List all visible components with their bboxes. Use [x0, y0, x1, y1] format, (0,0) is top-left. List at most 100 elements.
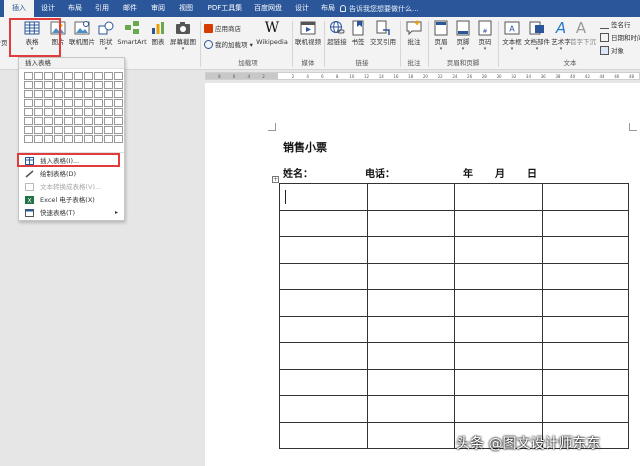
grid-cell[interactable] — [34, 126, 43, 134]
grid-cell[interactable] — [84, 126, 93, 134]
grid-cell[interactable] — [74, 126, 83, 134]
grid-cell[interactable] — [34, 90, 43, 98]
grid-cell[interactable] — [114, 117, 123, 125]
tab-mailings[interactable]: 邮件 — [118, 0, 142, 17]
grid-cell[interactable] — [64, 99, 73, 107]
grid-cell[interactable] — [94, 90, 103, 98]
grid-cell[interactable] — [54, 72, 63, 80]
chart-button[interactable]: 图表 — [148, 20, 168, 60]
footer-button[interactable]: 页脚 ▾ — [452, 20, 474, 60]
table-cell[interactable] — [366, 315, 456, 343]
tab-references[interactable]: 引用 — [90, 0, 114, 17]
table-cell[interactable] — [542, 289, 629, 317]
table-cell[interactable] — [454, 395, 544, 423]
grid-cell[interactable] — [34, 99, 43, 107]
smartart-button[interactable]: SmartArt — [117, 20, 147, 60]
grid-cell[interactable] — [54, 108, 63, 116]
table-cell[interactable] — [279, 315, 368, 343]
grid-cell[interactable] — [54, 126, 63, 134]
grid-cell[interactable] — [44, 108, 53, 116]
grid-cell[interactable] — [34, 108, 43, 116]
table-cell[interactable] — [542, 395, 629, 423]
object-button[interactable]: 对象 — [600, 46, 624, 57]
table-cell[interactable] — [279, 368, 368, 396]
document-table[interactable] — [279, 183, 629, 449]
quick-tables-item[interactable]: 快速表格(T) ▸ — [21, 207, 122, 219]
document-parts-button[interactable]: 文档部件 ▾ — [524, 20, 550, 60]
grid-cell[interactable] — [44, 117, 53, 125]
date-time-button[interactable]: 日期和时间 — [600, 33, 640, 44]
tab-insert[interactable]: 插入 — [4, 0, 34, 17]
grid-cell[interactable] — [104, 90, 113, 98]
grid-cell[interactable] — [84, 90, 93, 98]
tab-table-layout[interactable]: 布局 — [317, 0, 339, 17]
horizontal-ruler[interactable]: 8 6 4 2 2 4 6 8 10 12 14 16 18 20 22 24 26 28 30 32 34 36 38 40… — [205, 72, 640, 80]
grid-cell[interactable] — [44, 90, 53, 98]
grid-cell[interactable] — [84, 72, 93, 80]
wikipedia-button[interactable]: W Wikipedia — [254, 20, 290, 60]
grid-cell[interactable] — [34, 117, 43, 125]
table-cell[interactable] — [542, 209, 629, 237]
table-cell[interactable] — [454, 315, 544, 343]
tab-design[interactable]: 设计 — [36, 0, 60, 17]
grid-cell[interactable] — [94, 72, 103, 80]
screenshot-button[interactable]: 屏幕截图 ▾ — [168, 20, 198, 60]
table-cell[interactable] — [542, 368, 629, 396]
grid-cell[interactable] — [64, 117, 73, 125]
table-cell[interactable] — [542, 236, 629, 264]
grid-cell[interactable] — [114, 72, 123, 80]
table-cell[interactable] — [366, 421, 456, 449]
grid-cell[interactable] — [104, 108, 113, 116]
bookmark-button[interactable]: 书签 — [348, 20, 368, 60]
tab-view[interactable]: 视图 — [174, 0, 198, 17]
table-cell[interactable] — [279, 342, 368, 370]
tab-layout[interactable]: 布局 — [63, 0, 87, 17]
grid-cell[interactable] — [64, 108, 73, 116]
grid-cell[interactable] — [64, 135, 73, 143]
grid-cell[interactable] — [94, 117, 103, 125]
table-cell[interactable] — [366, 236, 456, 264]
grid-cell[interactable] — [94, 81, 103, 89]
grid-cell[interactable] — [104, 72, 113, 80]
grid-cell[interactable] — [24, 108, 33, 116]
table-cell[interactable] — [279, 395, 368, 423]
grid-cell[interactable] — [54, 81, 63, 89]
table-cell[interactable] — [279, 209, 368, 237]
grid-cell[interactable] — [74, 135, 83, 143]
grid-cell[interactable] — [54, 117, 63, 125]
grid-cell[interactable] — [64, 126, 73, 134]
grid-cell[interactable] — [24, 117, 33, 125]
grid-cell[interactable] — [74, 108, 83, 116]
table-cell[interactable] — [454, 342, 544, 370]
table-cell[interactable] — [366, 209, 456, 237]
draw-table-item[interactable]: 绘制表格(D) — [21, 168, 122, 180]
table-cell[interactable] — [542, 342, 629, 370]
grid-cell[interactable] — [44, 135, 53, 143]
grid-cell[interactable] — [24, 81, 33, 89]
grid-cell[interactable] — [104, 126, 113, 134]
textbox-button[interactable]: A 文本框 ▾ — [500, 20, 524, 60]
table-cell[interactable] — [279, 421, 368, 449]
table-cell[interactable] — [366, 183, 456, 211]
my-addins-button[interactable]: 我的加载项 ▾ — [204, 40, 253, 51]
grid-cell[interactable] — [74, 117, 83, 125]
tab-baidu-netdisk[interactable]: 百度网盘 — [251, 0, 285, 17]
grid-cell[interactable] — [64, 90, 73, 98]
grid-cell[interactable] — [24, 99, 33, 107]
grid-cell[interactable] — [84, 81, 93, 89]
grid-cell[interactable] — [44, 99, 53, 107]
table-cell[interactable] — [279, 289, 368, 317]
grid-cell[interactable] — [34, 72, 43, 80]
signature-line-button[interactable]: 签名行 — [600, 20, 631, 31]
grid-cell[interactable] — [84, 135, 93, 143]
table-cell[interactable] — [454, 289, 544, 317]
table-cell[interactable] — [454, 368, 544, 396]
convert-text-to-table-item[interactable]: 文本转换成表格(V)... — [21, 181, 122, 193]
grid-cell[interactable] — [44, 72, 53, 80]
table-cell[interactable] — [279, 262, 368, 290]
grid-cell[interactable] — [94, 135, 103, 143]
page-number-button[interactable]: # 页码 ▾ — [474, 20, 496, 60]
grid-cell[interactable] — [94, 126, 103, 134]
grid-cell[interactable] — [24, 126, 33, 134]
grid-cell[interactable] — [44, 81, 53, 89]
